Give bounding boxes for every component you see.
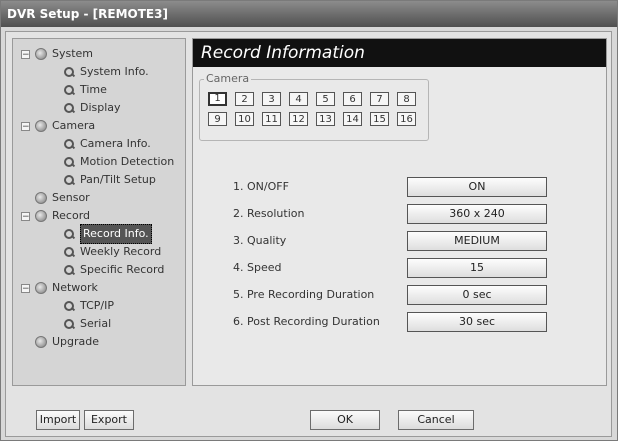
client-area: − System System Info. Time Display − Cam…: [5, 31, 612, 437]
quality-button[interactable]: MEDIUM: [407, 231, 547, 251]
camera-group-label: Camera: [204, 72, 252, 85]
camera-button-11[interactable]: 11: [262, 112, 281, 126]
disc-icon: [35, 282, 47, 294]
camera-button-3[interactable]: 3: [262, 92, 281, 106]
tree-item-camera-info[interactable]: Camera Info.: [63, 135, 151, 153]
magnifier-icon: [63, 228, 75, 240]
tree-item-label: Camera: [52, 119, 96, 132]
camera-button-14[interactable]: 14: [343, 112, 362, 126]
tree-item-label: Network: [52, 281, 98, 294]
camera-button-10[interactable]: 10: [235, 112, 254, 126]
tree-item-label: Time: [80, 83, 107, 96]
post-recording-duration-label: 6. Post Recording Duration: [233, 315, 380, 328]
tree-item-label: System Info.: [80, 65, 149, 78]
tree-item-display[interactable]: Display: [63, 99, 121, 117]
magnifier-icon: [63, 246, 75, 258]
camera-button-15[interactable]: 15: [370, 112, 389, 126]
tree-item-system-info[interactable]: System Info.: [63, 63, 149, 81]
magnifier-icon: [63, 138, 75, 150]
pre-recording-duration-button[interactable]: 0 sec: [407, 285, 547, 305]
magnifier-icon: [63, 264, 75, 276]
export-button[interactable]: Export: [84, 410, 134, 430]
dvr-setup-window: DVR Setup - [REMOTE3] − System System In…: [0, 0, 618, 441]
tree-item-tcp-ip[interactable]: TCP/IP: [63, 297, 114, 315]
record-info-panel: Record Information Camera 1 2 3 4 5 6 7 …: [192, 38, 607, 386]
window-title: DVR Setup - [REMOTE3]: [1, 1, 617, 27]
magnifier-icon: [63, 66, 75, 78]
collapse-icon[interactable]: −: [21, 121, 30, 131]
tree-item-camera[interactable]: − Camera: [21, 117, 95, 135]
magnifier-icon: [63, 174, 75, 186]
tree-item-label: Upgrade: [52, 335, 100, 348]
tree-item-specific-record[interactable]: Specific Record: [63, 261, 164, 279]
tree-item-label: Sensor: [52, 191, 90, 204]
camera-button-1[interactable]: 1: [208, 92, 227, 106]
tree-item-serial[interactable]: Serial: [63, 315, 111, 333]
import-button[interactable]: Import: [36, 410, 80, 430]
camera-button-6[interactable]: 6: [343, 92, 362, 106]
tree-item-pan-tilt-setup[interactable]: Pan/Tilt Setup: [63, 171, 156, 189]
camera-button-12[interactable]: 12: [289, 112, 308, 126]
tree-item-label: System: [52, 47, 94, 60]
disc-icon: [35, 120, 47, 132]
resolution-label: 2. Resolution: [233, 207, 305, 220]
tree-item-network[interactable]: − Network: [21, 279, 98, 297]
magnifier-icon: [63, 102, 75, 114]
magnifier-icon: [63, 84, 75, 96]
camera-button-16[interactable]: 16: [397, 112, 416, 126]
cancel-button[interactable]: Cancel: [398, 410, 474, 430]
tree-item-label: Weekly Record: [80, 245, 162, 258]
camera-button-2[interactable]: 2: [235, 92, 254, 106]
tree-item-record[interactable]: − Record: [21, 207, 90, 225]
ok-button[interactable]: OK: [310, 410, 380, 430]
tree-item-label: Camera Info.: [80, 137, 151, 150]
tree-item-label: Pan/Tilt Setup: [80, 173, 156, 186]
tree-item-system[interactable]: − System: [21, 45, 93, 63]
tree-item-label: Serial: [80, 317, 112, 330]
magnifier-icon: [63, 318, 75, 330]
camera-button-5[interactable]: 5: [316, 92, 335, 106]
speed-button[interactable]: 15: [407, 258, 547, 278]
disc-icon: [35, 48, 47, 60]
collapse-icon[interactable]: −: [21, 211, 30, 221]
tree-item-weekly-record[interactable]: Weekly Record: [63, 243, 161, 261]
collapse-icon[interactable]: −: [21, 283, 30, 293]
disc-icon: [35, 192, 47, 204]
disc-icon: [35, 336, 47, 348]
magnifier-icon: [63, 156, 75, 168]
tree-item-time[interactable]: Time: [63, 81, 107, 99]
on-off-button[interactable]: ON: [407, 177, 547, 197]
speed-label: 4. Speed: [233, 261, 282, 274]
tree-item-label: Motion Detection: [80, 155, 175, 168]
on-off-label: 1. ON/OFF: [233, 180, 289, 193]
tree-item-record-info[interactable]: Record Info.: [63, 224, 152, 244]
magnifier-icon: [63, 300, 75, 312]
camera-button-4[interactable]: 4: [289, 92, 308, 106]
tree-item-sensor[interactable]: Sensor: [21, 189, 90, 207]
tree-item-upgrade[interactable]: Upgrade: [21, 333, 99, 351]
quality-label: 3. Quality: [233, 234, 287, 247]
camera-button-7[interactable]: 7: [370, 92, 389, 106]
post-recording-duration-button[interactable]: 30 sec: [407, 312, 547, 332]
collapse-icon[interactable]: −: [21, 49, 30, 59]
tree-item-label: TCP/IP: [80, 299, 114, 312]
camera-button-9[interactable]: 9: [208, 112, 227, 126]
camera-selector-group: Camera 1 2 3 4 5 6 7 8 9 10 11 12 13 14 …: [199, 72, 429, 141]
camera-button-13[interactable]: 13: [316, 112, 335, 126]
panel-title: Record Information: [193, 39, 606, 67]
pre-recording-duration-label: 5. Pre Recording Duration: [233, 288, 375, 301]
disc-icon: [35, 210, 47, 222]
resolution-button[interactable]: 360 x 240: [407, 204, 547, 224]
tree-item-label: Record Info.: [80, 224, 152, 244]
settings-tree: − System System Info. Time Display − Cam…: [12, 38, 186, 386]
tree-item-label: Specific Record: [80, 263, 165, 276]
tree-item-label: Display: [80, 101, 121, 114]
tree-item-label: Record: [52, 209, 91, 222]
tree-item-motion-detection[interactable]: Motion Detection: [63, 153, 174, 171]
camera-button-8[interactable]: 8: [397, 92, 416, 106]
